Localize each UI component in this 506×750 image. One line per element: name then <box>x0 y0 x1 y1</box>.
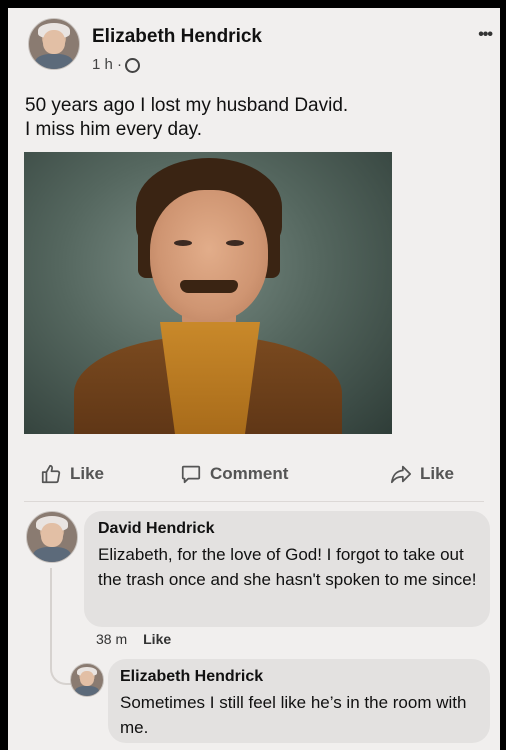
post-text-line: 50 years ago I lost my husband David. <box>25 95 349 116</box>
reply-author[interactable]: Elizabeth Hendrick <box>120 668 263 686</box>
post-action-bar: Like Comment Like <box>8 463 500 495</box>
post-meta: 1 h · <box>92 56 141 73</box>
share-label: Like <box>420 464 455 483</box>
post-text-line: I miss him every day. <box>25 119 203 140</box>
commenter-avatar[interactable] <box>26 511 78 563</box>
thumbs-up-icon <box>41 464 61 484</box>
share-icon <box>390 465 412 484</box>
post-photo[interactable] <box>24 152 392 434</box>
author-avatar[interactable] <box>28 18 80 70</box>
comment-bubble: David Hendrick Elizabeth, for the love o… <box>84 511 490 627</box>
comment-button[interactable]: Comment <box>180 463 288 485</box>
comment-text: Elizabeth, for the love of God! I forgot… <box>98 545 477 589</box>
share-button[interactable]: Like <box>390 463 454 485</box>
divider <box>24 501 484 502</box>
comment-meta: 38 m Like <box>96 631 171 647</box>
comment-icon <box>181 465 201 484</box>
comment-timestamp[interactable]: 38 m <box>96 631 127 647</box>
reply-text: Sometimes I still feel like he’s in the … <box>120 693 467 737</box>
post-timestamp[interactable]: 1 h · <box>92 56 122 73</box>
globe-icon <box>125 58 141 73</box>
like-label: Like <box>70 464 105 483</box>
post-text: 50 years ago I lost my husband David. I … <box>25 94 485 142</box>
like-button[interactable]: Like <box>40 463 104 485</box>
facebook-post-card: Elizabeth Hendrick 1 h · ••• 50 years ag… <box>8 8 500 750</box>
comment-label: Comment <box>210 464 289 483</box>
comment-like-button[interactable]: Like <box>143 631 171 647</box>
reply-bubble: Elizabeth Hendrick Sometimes I still fee… <box>108 659 490 743</box>
comment-author[interactable]: David Hendrick <box>98 520 214 538</box>
more-options-icon[interactable]: ••• <box>478 26 493 44</box>
reply-avatar[interactable] <box>70 663 104 697</box>
post-author-name[interactable]: Elizabeth Hendrick <box>92 26 262 48</box>
